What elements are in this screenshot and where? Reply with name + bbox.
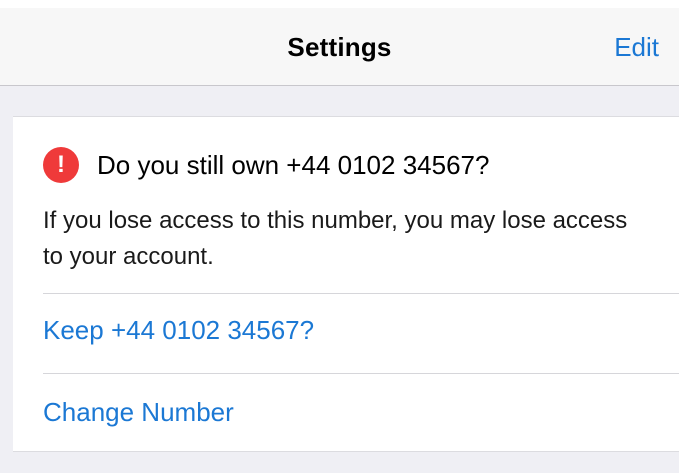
status-bar-strip <box>0 0 679 8</box>
divider <box>43 373 679 374</box>
edit-button[interactable]: Edit <box>614 32 659 63</box>
change-number-button[interactable]: Change Number <box>43 397 234 428</box>
alert-header: ! Do you still own +44 0102 34567? <box>43 147 489 183</box>
section-gap <box>0 86 679 116</box>
keep-number-button[interactable]: Keep +44 0102 34567? <box>43 315 314 346</box>
phone-number-alert-card: ! Do you still own +44 0102 34567? If yo… <box>13 116 679 452</box>
alert-title: Do you still own +44 0102 34567? <box>97 149 490 180</box>
alert-description: If you lose access to this number, you m… <box>43 207 628 270</box>
divider <box>43 293 679 294</box>
navigation-bar: Settings Edit <box>0 8 679 86</box>
exclamation-icon: ! <box>43 147 79 183</box>
page-title: Settings <box>287 32 392 62</box>
